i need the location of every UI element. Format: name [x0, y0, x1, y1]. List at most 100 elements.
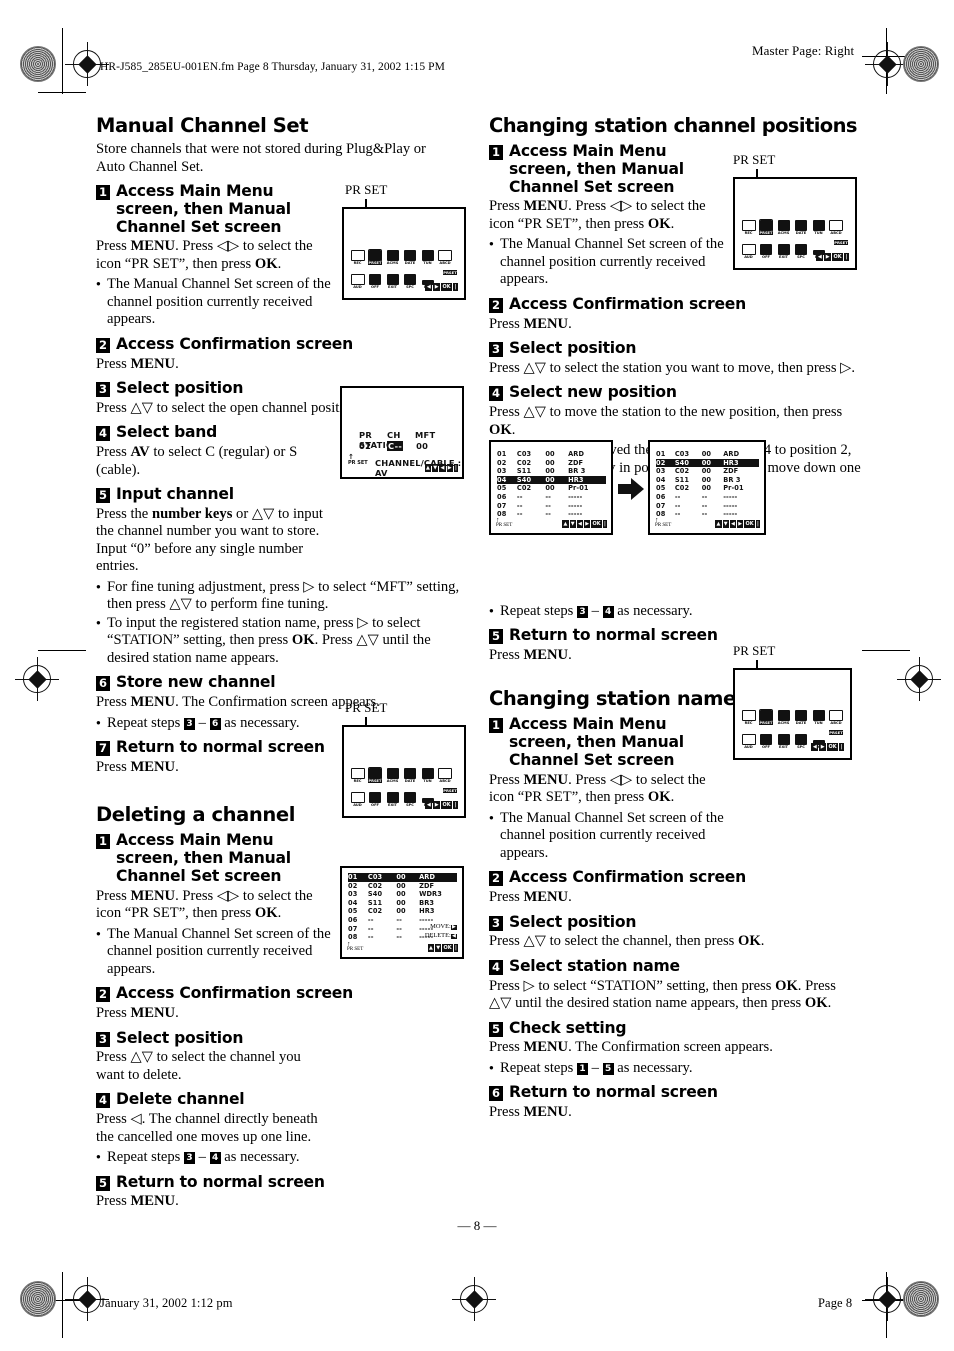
cell-ch: -- [674, 493, 681, 501]
tuner-icon[interactable]: TUN [421, 249, 434, 265]
menu-ok-button-bar[interactable]: ◀ ▶ OK | [425, 801, 458, 809]
cell-pr: 04 [497, 475, 507, 484]
name-step3-text: Press △▽ to select the channel, then pre… [489, 933, 765, 950]
spc-icon[interactable]: SPC [404, 791, 417, 807]
display-off-icon[interactable]: OFF [369, 791, 382, 807]
time-date-icon[interactable]: DATE [404, 767, 417, 783]
audio-icon[interactable]: AUD [741, 733, 756, 749]
channel-row[interactable]: 05 C02 00 Pr-01 [497, 484, 606, 493]
figure-menu-screen-station-name: PR SET REC PRSET ACMS DATE TUN ABCD AUD … [733, 643, 859, 761]
header-mft: MFT [415, 430, 436, 440]
time-date-icon[interactable]: DATE [404, 249, 417, 265]
display-off-icon[interactable]: OFF [760, 733, 773, 749]
channel-row[interactable]: 06 -- -- ----- [656, 493, 759, 502]
cell-station: ZDF [568, 458, 584, 467]
cell-ch: C02 [367, 881, 383, 890]
cell-mft: -- [396, 916, 403, 924]
exit-icon[interactable]: EXIT [386, 273, 399, 289]
menu-ok-button-bar[interactable]: ◀ ▶ OK | [425, 283, 458, 291]
channel-row[interactable]: 08 -- -- ----- [497, 510, 606, 519]
before-button-bar[interactable]: ▲ ▼ ◀ ▶ OK | [562, 520, 607, 528]
acms-icon[interactable]: ACMS [777, 709, 790, 725]
step-ref-to: 4 [209, 1152, 221, 1165]
channel-row[interactable]: 03 C02 00 ZDF [656, 467, 759, 476]
time-date-icon[interactable]: DATE [795, 219, 808, 235]
spc-icon[interactable]: SPC [795, 243, 808, 259]
channel-row[interactable]: 01 C03 00 ARD [497, 450, 606, 459]
positions-step1-bullet: The Manual Channel Set screen of the cha… [489, 236, 730, 289]
channel-row[interactable]: 02 C02 00 ZDF [497, 459, 606, 468]
channel-row[interactable]: 06 -- -- ----- [497, 493, 606, 502]
cell-station: ----- [568, 493, 583, 501]
registration-mark-top-right [865, 42, 909, 86]
channel-row[interactable]: 03 S40 00 WDR3 [348, 890, 457, 899]
prset-icon[interactable]: PRSET [758, 708, 774, 725]
flow-arrow-icon [618, 478, 644, 500]
display-off-icon[interactable]: OFF [369, 273, 382, 289]
channel-row[interactable]: 08 -- -- ----- [656, 510, 759, 519]
acms-icon[interactable]: ACMS [386, 249, 399, 265]
step-name-2: 2 Access Confirmation screen [489, 868, 861, 887]
rec-icon[interactable]: REC [741, 709, 756, 725]
delete-button-bar[interactable]: ▲ ▼ OK | [427, 944, 458, 952]
audio-icon[interactable]: AUD [350, 791, 365, 807]
cell-ch: C02 [674, 467, 690, 476]
cell-station: ----- [568, 501, 583, 510]
display-off-icon[interactable]: OFF [760, 243, 773, 259]
channel-row[interactable]: 07 -- -- ----- [656, 502, 759, 511]
audio-icon[interactable]: AUD [350, 273, 365, 289]
exit-icon[interactable]: EXIT [777, 243, 790, 259]
channel-row[interactable]: 05 C02 00 HR3 [348, 907, 457, 916]
rec-icon[interactable]: REC [741, 219, 756, 235]
manual-step4-text: Press AV to select C (regular) or S (cab… [96, 444, 298, 478]
acms-icon[interactable]: ACMS [777, 219, 790, 235]
figure-move-after: 01 C03 00 ARD 02 S40 00 HR3 03 C02 00 ZDF 04 S11 00 BR … [648, 440, 774, 536]
cell-pr: 07 [656, 501, 666, 510]
manual-step2-text: Press MENU. [96, 355, 179, 372]
audio-icon[interactable]: AUD [741, 243, 756, 259]
cell-station: BR3 [419, 898, 435, 907]
channel-row[interactable]: 04 S11 00 BR 3 [656, 476, 759, 485]
prset-icon[interactable]: PRSET [758, 218, 774, 235]
registration-mark-left-middle [15, 657, 59, 701]
spc-icon[interactable]: SPC [795, 733, 808, 749]
time-date-icon[interactable]: DATE [795, 709, 808, 725]
channel-row[interactable]: 04 S40 00 HR3 [497, 475, 606, 485]
channel-row[interactable]: 02 S40 00 HR3 [656, 458, 759, 468]
spc-icon[interactable]: SPC [404, 273, 417, 289]
tuner-icon[interactable]: TUN [421, 767, 434, 783]
cell-mft: -- [701, 501, 708, 510]
cell-pr: 02 [656, 458, 666, 467]
tuner-icon[interactable]: TUN [812, 219, 825, 235]
channel-row[interactable]: 05 C02 00 Pr-01 [656, 484, 759, 493]
exit-icon[interactable]: EXIT [386, 791, 399, 807]
value-ch[interactable]: C-- [387, 441, 404, 451]
rec-icon[interactable]: REC [350, 249, 365, 265]
channel-row[interactable]: 01 C03 00 ARD [348, 873, 457, 882]
input-button-bar[interactable]: ▲ ▼ ◀ ▶ | [424, 464, 458, 472]
menu-icon-row-1: REC PRSET ACMS DATE TUN ABCD [741, 213, 849, 235]
channel-row[interactable]: 02 C02 00 ZDF [348, 882, 457, 891]
exit-icon[interactable]: EXIT [777, 733, 790, 749]
rec-icon[interactable]: REC [350, 767, 365, 783]
menu-ok-button-bar[interactable]: ◀ ▶ OK | [811, 743, 844, 751]
cell-station: BR 3 [723, 475, 741, 484]
channel-row[interactable]: 07 -- -- ----- [497, 502, 606, 511]
document-page: HR-J585_285EU-001EN.fm Page 8 Thursday, … [0, 0, 954, 1351]
prset-icon[interactable]: PRSET [367, 766, 383, 783]
step-number-badge: 6 [96, 676, 110, 692]
step-manual-6: 6 Store new channel [96, 674, 468, 692]
menu-ok-button-bar[interactable]: ◀ ▶ OK | [816, 253, 849, 261]
prset-icon[interactable]: PRSET [367, 248, 383, 265]
channel-row[interactable]: 03 S11 00 BR 3 [497, 467, 606, 476]
cell-mft: -- [701, 493, 708, 501]
cell-pr: 01 [656, 450, 666, 458]
step-title: Return to normal screen [116, 1172, 325, 1191]
delete-step2-text: Press MENU. [96, 1005, 179, 1022]
cell-ch: -- [367, 933, 374, 942]
channel-row[interactable]: 04 S11 00 BR3 [348, 899, 457, 908]
acms-icon[interactable]: ACMS [386, 767, 399, 783]
channel-row[interactable]: 01 C03 00 ARD [656, 450, 759, 459]
tuner-icon[interactable]: TUN [812, 709, 825, 725]
after-button-bar[interactable]: ▲ ▼ ◀ ▶ OK | [715, 520, 760, 528]
